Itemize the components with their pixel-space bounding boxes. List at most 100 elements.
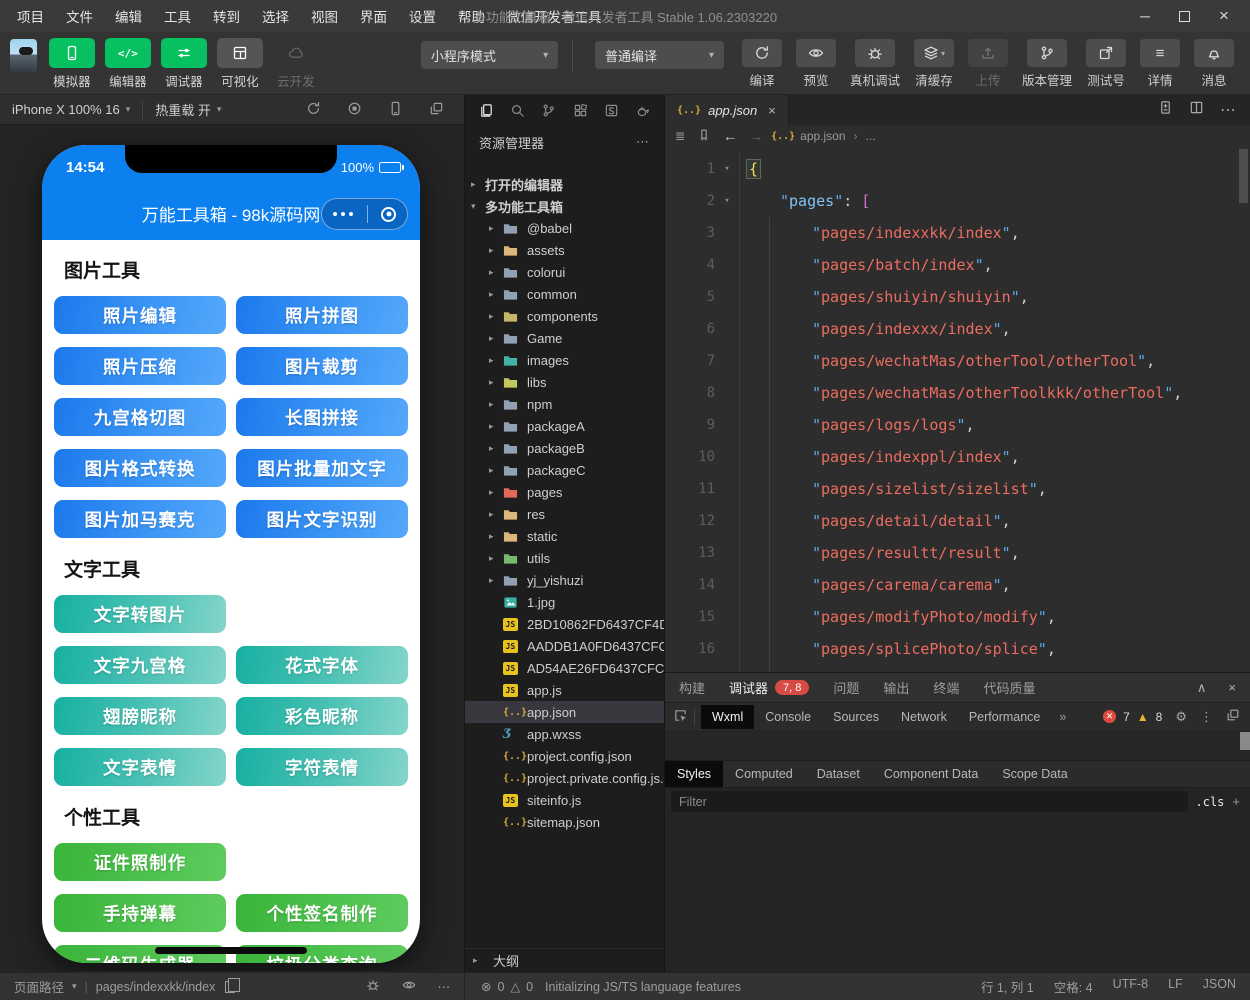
tool-button-九宫格切图[interactable]: 九宫格切图 <box>54 398 226 436</box>
debug-tab-输出[interactable]: 输出 <box>883 678 909 697</box>
tree-item-AD54AE26FD6437CFC...[interactable]: JSAD54AE26FD6437CFC... <box>465 657 664 679</box>
menu-item-编辑[interactable]: 编辑 <box>106 2 151 30</box>
devtools-tab-Sources[interactable]: Sources <box>822 705 890 729</box>
more-actions-icon[interactable]: ⋯ <box>438 979 451 994</box>
more-actions-icon[interactable]: ⋯ <box>1220 100 1236 120</box>
maximize-button[interactable] <box>1179 11 1190 22</box>
styles-filter-input[interactable] <box>671 791 1188 812</box>
menu-item-设置[interactable]: 设置 <box>400 2 445 30</box>
user-avatar[interactable] <box>10 39 37 73</box>
toolbar-button-测试号[interactable]: 测试号 <box>1086 39 1126 89</box>
tool-button-文字转图片[interactable]: 文字转图片 <box>54 595 226 633</box>
toolbar-button-清缓存[interactable]: ▾清缓存 <box>914 39 954 89</box>
bookmark-icon[interactable] <box>697 128 711 145</box>
toolbar-button-真机调试[interactable]: 真机调试 <box>850 39 900 89</box>
tool-button-手持弹幕[interactable]: 手持弹幕 <box>54 894 226 932</box>
outline-icon[interactable]: ≣ <box>675 129 685 143</box>
tool-button-长图拼接[interactable]: 长图拼接 <box>236 398 408 436</box>
tree-item-packageC[interactable]: ▸packageC <box>465 459 664 481</box>
cls-toggle[interactable]: .cls <box>1196 795 1225 809</box>
extensions-icon[interactable] <box>573 103 588 118</box>
inspect-element-icon[interactable] <box>673 708 688 726</box>
fold-icon[interactable]: ▾ <box>715 196 739 206</box>
styles-tab-Styles[interactable]: Styles <box>665 761 723 787</box>
copy-icon[interactable] <box>225 981 235 993</box>
tree-item-static[interactable]: ▸static <box>465 525 664 547</box>
menu-item-文件[interactable]: 文件 <box>57 2 102 30</box>
toolbar-button-编辑器[interactable]: </>编辑器 <box>105 38 151 90</box>
menu-item-工具[interactable]: 工具 <box>155 2 200 30</box>
stop-icon[interactable] <box>347 101 362 119</box>
more-icon[interactable] <box>329 212 354 217</box>
tool-button-文字九宫格[interactable]: 文字九宫格 <box>54 646 226 684</box>
tree-item-common[interactable]: ▸common <box>465 283 664 305</box>
storage-icon[interactable] <box>604 103 619 118</box>
split-editor-icon[interactable] <box>1189 100 1204 120</box>
tree-item-app.json[interactable]: {..}app.json <box>465 701 664 723</box>
tool-button-图片加马赛克[interactable]: 图片加马赛克 <box>54 500 226 538</box>
tree-item-colorui[interactable]: ▸colorui <box>465 261 664 283</box>
tree-item-app.js[interactable]: JSapp.js <box>465 679 664 701</box>
toolbar-button-消息[interactable]: 消息 <box>1194 39 1234 89</box>
toolbar-button-版本管理[interactable]: 版本管理 <box>1022 39 1072 89</box>
gear-icon[interactable]: ⚙ <box>1175 709 1187 725</box>
tree-item-npm[interactable]: ▸npm <box>465 393 664 415</box>
tab-app-json[interactable]: {..} app.json × <box>665 95 789 125</box>
tree-item-packageB[interactable]: ▸packageB <box>465 437 664 459</box>
menu-item-项目[interactable]: 项目 <box>8 2 53 30</box>
tool-button-图片裁剪[interactable]: 图片裁剪 <box>236 347 408 385</box>
tree-item-yj_yishuzi[interactable]: ▸yj_yishuzi <box>465 569 664 591</box>
tree-item-2BD10862FD6437CF4D...[interactable]: JS2BD10862FD6437CF4D... <box>465 613 664 635</box>
preview-page-icon[interactable] <box>402 978 416 995</box>
status-item[interactable]: UTF-8 <box>1113 977 1148 996</box>
tool-button-证件照制作[interactable]: 证件照制作 <box>54 843 226 881</box>
tree-item-assets[interactable]: ▸assets <box>465 239 664 261</box>
toolbar-button-调试器[interactable]: 调试器 <box>161 38 207 90</box>
tree-item-res[interactable]: ▸res <box>465 503 664 525</box>
device-frame-icon[interactable] <box>388 101 403 119</box>
source-control-icon[interactable] <box>541 103 556 118</box>
tree-item-libs[interactable]: ▸libs <box>465 371 664 393</box>
tool-button-照片压缩[interactable]: 照片压缩 <box>54 347 226 385</box>
tab-close-icon[interactable]: × <box>768 103 776 118</box>
forward-icon[interactable]: → <box>749 128 763 144</box>
minimize-button[interactable]: ─ <box>1137 8 1153 24</box>
errors-icon[interactable]: ⊗ <box>481 979 491 994</box>
compile-mode-select[interactable]: 普通编译 ▾ <box>595 41 724 69</box>
tree-item-AADDB1A0FD6437CFC...[interactable]: JSAADDB1A0FD6437CFC... <box>465 635 664 657</box>
files-icon[interactable] <box>479 103 494 118</box>
tool-button-照片拼图[interactable]: 照片拼图 <box>236 296 408 334</box>
tool-button-翅膀昵称[interactable]: 翅膀昵称 <box>54 697 226 735</box>
debug-page-icon[interactable] <box>366 978 380 995</box>
close-button[interactable]: × <box>1216 6 1232 26</box>
device-select[interactable]: iPhone X 100% 16 ▾ <box>0 95 142 124</box>
chevron-down-icon[interactable]: ▾ <box>72 981 77 992</box>
menu-item-视图[interactable]: 视图 <box>302 2 347 30</box>
tree-item-siteinfo.js[interactable]: JSsiteinfo.js <box>465 789 664 811</box>
more-tabs-icon[interactable]: » <box>1051 710 1074 724</box>
tree-item-@babel[interactable]: ▸@babel <box>465 217 664 239</box>
appearance-icon[interactable] <box>635 103 650 118</box>
tool-button-文字表情[interactable]: 文字表情 <box>54 748 226 786</box>
breadcrumb-file[interactable]: {..} app.json <box>771 129 845 143</box>
toolbar-button-编译[interactable]: 编译 <box>742 39 782 89</box>
debug-tab-终端[interactable]: 终端 <box>933 678 959 697</box>
tree-item-components[interactable]: ▸components <box>465 305 664 327</box>
tree-item-sitemap.json[interactable]: {..}sitemap.json <box>465 811 664 833</box>
devtools-tab-Network[interactable]: Network <box>890 705 958 729</box>
kebab-menu-icon[interactable]: ⋮ <box>1200 709 1213 725</box>
devtools-tab-Console[interactable]: Console <box>754 705 822 729</box>
tool-button-图片格式转换[interactable]: 图片格式转换 <box>54 449 226 487</box>
status-item[interactable]: 行 1, 列 1 <box>981 977 1034 996</box>
new-rule-icon[interactable]: + <box>1232 794 1244 809</box>
menu-item-选择[interactable]: 选择 <box>253 2 298 30</box>
tree-item-images[interactable]: ▸images <box>465 349 664 371</box>
outline-section[interactable]: ▸ 大纲 <box>465 948 664 972</box>
tree-item-project.private.config.js...[interactable]: {..}project.private.config.js... <box>465 767 664 789</box>
styles-tab-Computed[interactable]: Computed <box>723 761 805 787</box>
tree-item-Game[interactable]: ▸Game <box>465 327 664 349</box>
toolbar-button-预览[interactable]: 预览 <box>796 39 836 89</box>
debug-tab-代码质量[interactable]: 代码质量 <box>983 678 1035 697</box>
tree-item-packageA[interactable]: ▸packageA <box>465 415 664 437</box>
status-item[interactable]: JSON <box>1203 977 1236 996</box>
